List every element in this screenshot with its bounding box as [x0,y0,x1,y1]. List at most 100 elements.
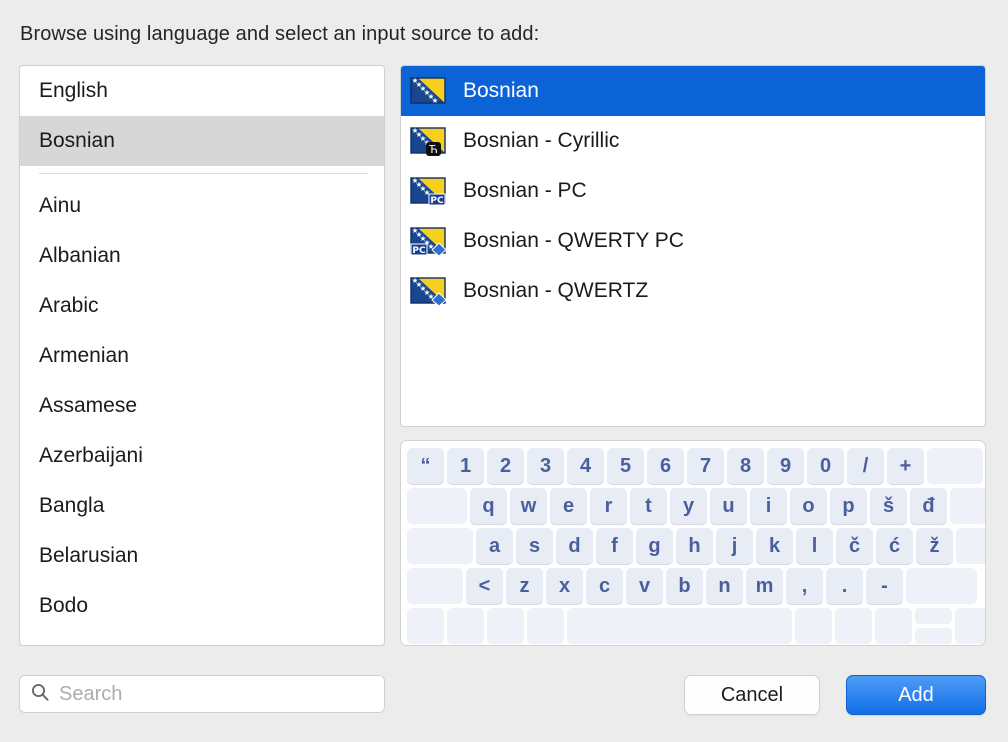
flag-bosnia-icon: ★★★★★★PC [410,177,448,206]
input-source-list[interactable]: ★★★★★★Bosnian★★★★★★ЋBosnian - Cyrillic★★… [400,65,986,427]
keyboard-key-blank [835,608,872,644]
language-list-item[interactable]: Albanian [20,231,384,281]
keyboard-key: s [516,528,553,564]
keyboard-key: l [796,528,833,564]
keyboard-key: ž [916,528,953,564]
keyboard-key: < [466,568,503,604]
keyboard-key-blank [956,528,985,564]
input-source-item[interactable]: ★ ★ ★ ★ ★ ★ Bosnian [401,66,985,116]
keyboard-key: 1 [447,448,484,484]
flag-bosnia-icon: ★★★★★★Ћ [410,127,448,156]
keyboard-key: 6 [647,448,684,484]
keyboard-key: 7 [687,448,724,484]
keyboard-key: , [786,568,823,604]
keyboard-key-blank [407,528,473,564]
keyboard-key: + [887,448,924,484]
input-source-label: Bosnian - Cyrillic [463,129,620,152]
arrow-keys-cluster [915,608,952,644]
input-source-label: Bosnian - PC [463,179,587,202]
keyboard-key-blank [407,568,463,604]
keyboard-key: c [586,568,623,604]
language-list-item[interactable]: Azerbaijani [20,431,384,481]
keyboard-key: / [847,448,884,484]
language-list-item[interactable]: Assamese [20,381,384,431]
add-button[interactable]: Add [846,675,986,715]
keyboard-key: 0 [807,448,844,484]
keyboard-key: č [836,528,873,564]
keyboard-key: k [756,528,793,564]
keyboard-key-blank [875,608,912,644]
keyboard-key: a [476,528,513,564]
keyboard-key: 5 [607,448,644,484]
page-title: Browse using language and select an inpu… [20,23,540,45]
keyboard-key: r [590,488,627,524]
language-list-item[interactable]: Arabic [20,281,384,331]
language-list-item[interactable]: Bodo [20,581,384,631]
keyboard-key: q [470,488,507,524]
language-list-item[interactable]: Belarusian [20,531,384,581]
keyboard-key: o [790,488,827,524]
language-list-item[interactable]: Armenian [20,331,384,381]
keyboard-key: 2 [487,448,524,484]
language-list-item[interactable]: Bosnian [20,116,384,166]
search-placeholder-text: Search [59,682,123,705]
input-source-item[interactable]: ★★★★★★Ћ Bosnian - Cyrillic [401,116,985,166]
input-source-item[interactable]: ★★★★★★ Bosnian - QWERTZ [401,266,985,316]
keyboard-key: h [676,528,713,564]
input-source-label: Bosnian - QWERTZ [463,279,649,302]
keyboard-key: - [866,568,903,604]
language-list[interactable]: English Bosnian Ainu Albanian Arabic Armenia… [19,65,385,646]
language-list-item[interactable]: Ainu [20,181,384,231]
keyboard-key: x [546,568,583,604]
svg-text:PC: PC [430,196,444,206]
keyboard-key: w [510,488,547,524]
keyboard-key: đ [910,488,947,524]
keyboard-key: 8 [727,448,764,484]
keyboard-row [407,608,985,645]
flag-bosnia-icon: ★★★★★★ [410,77,448,106]
keyboard-key-blank [950,488,985,524]
keyboard-key: v [626,568,663,604]
input-source-item[interactable]: ★★★★★★PC Bosnian - PC [401,166,985,216]
keyboard-key: š [870,488,907,524]
keyboard-key-blank [955,608,985,644]
keyboard-key: i [750,488,787,524]
language-list-item[interactable]: English [20,66,384,116]
flag-bosnia-icon: ★★★★★★ [410,277,448,306]
input-source-label: Bosnian [463,79,539,102]
keyboard-key: z [506,568,543,604]
search-input[interactable]: Search [19,675,385,713]
cancel-button[interactable]: Cancel [684,675,820,715]
keyboard-key-blank [407,488,467,524]
keyboard-layout-preview: “1 2 3 4 5 6 7 8 9 0/+ q w e r t y u i o p š đ a s d f g h j k l č ć ž < z x… [400,440,986,646]
language-list-item[interactable]: Bangla [20,481,384,531]
keyboard-key: y [670,488,707,524]
keyboard-key: “ [407,448,444,484]
keyboard-key-blank [407,608,444,644]
keyboard-key: b [666,568,703,604]
keyboard-key: 4 [567,448,604,484]
keyboard-row: asdfghjklčćž [407,528,985,566]
keyboard-key-blank [567,608,792,644]
arrow-down-key [915,628,952,644]
flag-bosnia-icon: ★★★★★★PC [410,227,448,256]
keyboard-key-blank [906,568,977,604]
input-source-label: Bosnian - QWERTY PC [463,229,684,252]
keyboard-key: n [706,568,743,604]
arrow-up-key [915,608,952,624]
keyboard-key-blank [927,448,983,484]
input-source-item[interactable]: ★★★★★★PC Bosnian - QWERTY PC [401,216,985,266]
svg-text:PC: PC [412,246,426,256]
keyboard-key-blank [795,608,832,644]
keyboard-key: j [716,528,753,564]
keyboard-key: e [550,488,587,524]
svg-text:★: ★ [432,96,439,105]
keyboard-key: 9 [767,448,804,484]
search-icon [30,682,50,707]
keyboard-key: p [830,488,867,524]
list-divider [39,173,368,174]
keyboard-row: qwertyuiopšđ [407,488,985,526]
keyboard-key: ć [876,528,913,564]
keyboard-key: . [826,568,863,604]
keyboard-key-blank [527,608,564,644]
